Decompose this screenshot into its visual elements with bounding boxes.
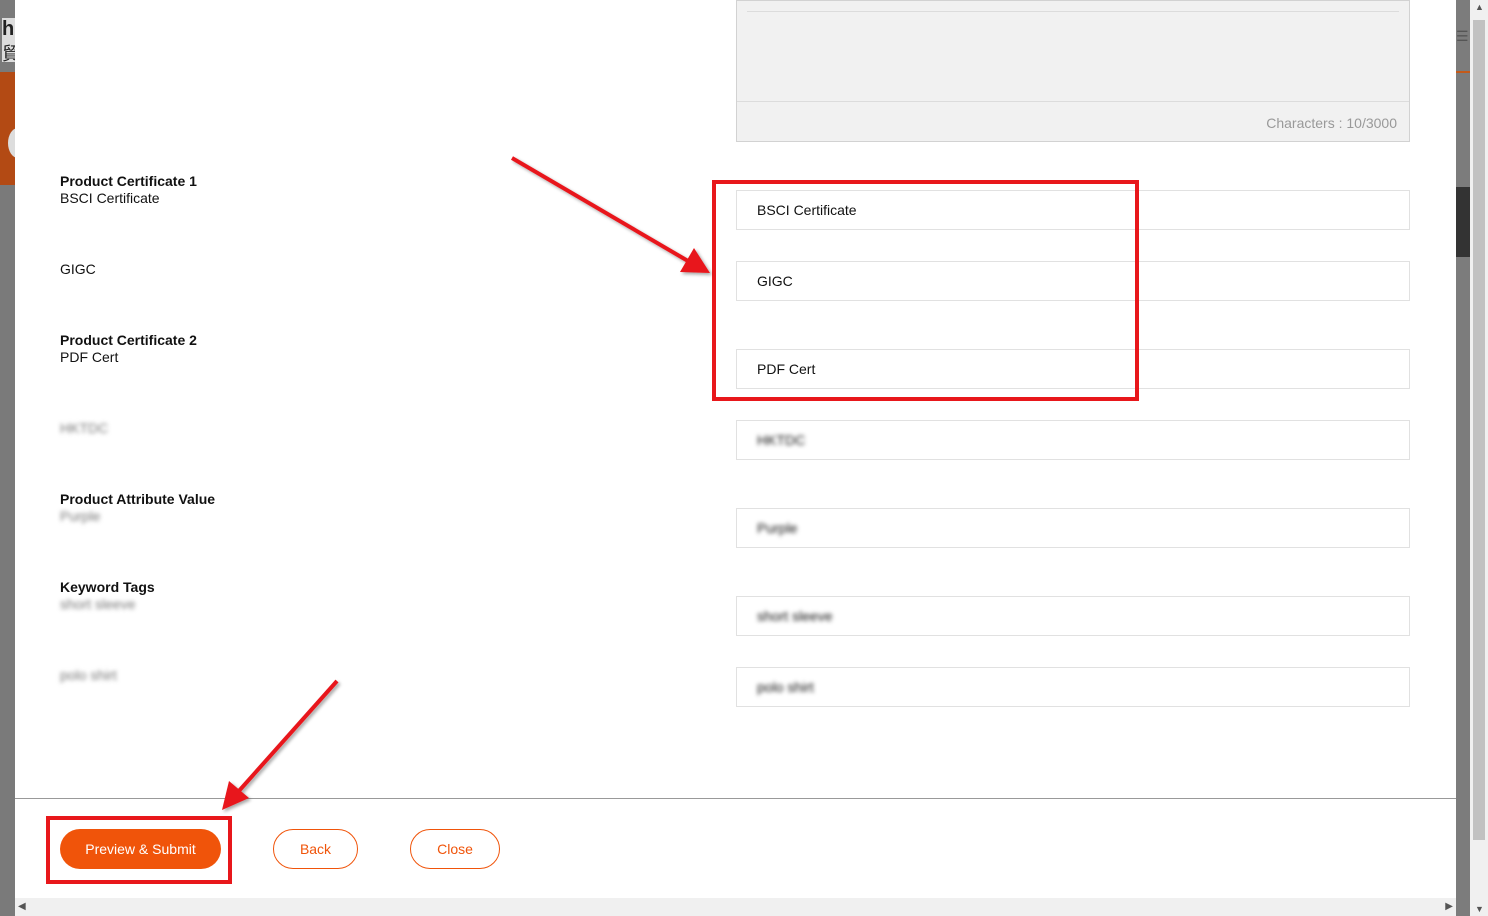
arrow-icon <box>510 156 710 273</box>
arrow-icon <box>222 679 339 810</box>
annotation-arrows <box>222 156 710 810</box>
